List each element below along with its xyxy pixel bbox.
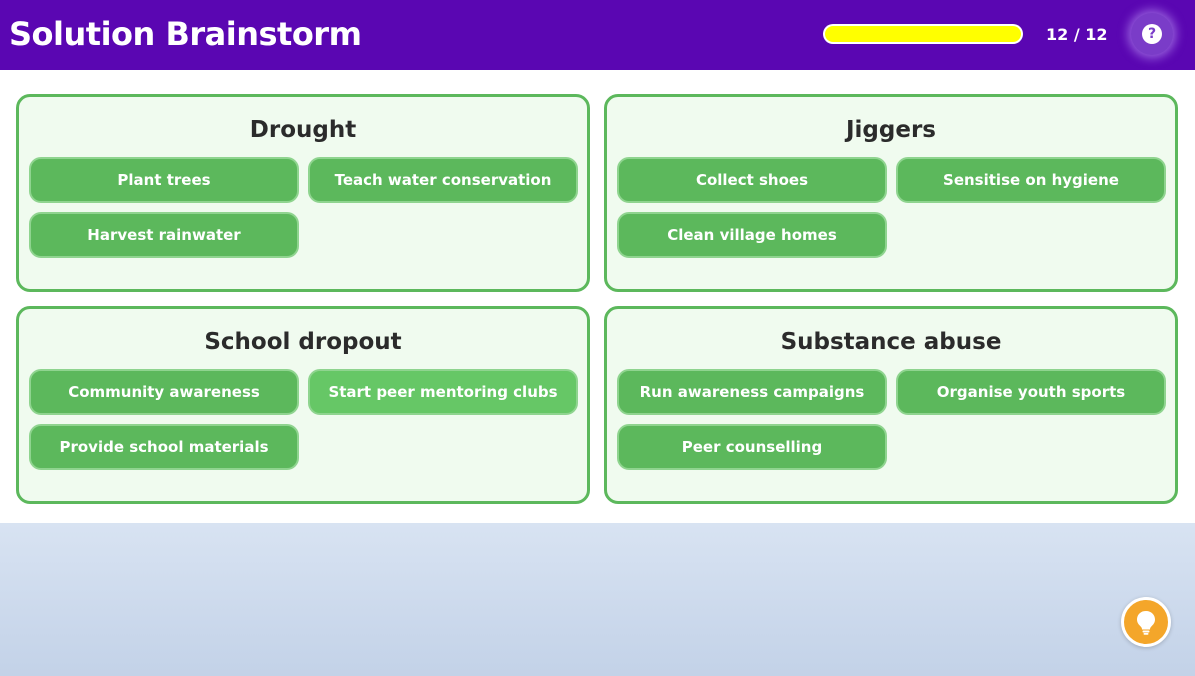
solution-chip[interactable]: Run awareness campaigns: [617, 369, 887, 415]
progress-fill: [825, 26, 1021, 42]
solution-chip[interactable]: Peer counselling: [617, 424, 887, 470]
solution-chip[interactable]: Start peer mentoring clubs: [308, 369, 578, 415]
top-bar: Solution Brainstorm 12 / 12 ?: [0, 0, 1195, 70]
category-title: School dropout: [204, 329, 402, 355]
solution-chip[interactable]: Community awareness: [29, 369, 299, 415]
help-icon: ?: [1142, 24, 1162, 44]
help-button[interactable]: ?: [1131, 13, 1173, 55]
solution-chip[interactable]: Provide school materials: [29, 424, 299, 470]
page-title: Solution Brainstorm: [9, 15, 362, 53]
solution-chip[interactable]: Clean village homes: [617, 212, 887, 258]
solution-chip[interactable]: Sensitise on hygiene: [896, 157, 1166, 203]
category-board: Drought Plant trees Teach water conserva…: [0, 70, 1195, 523]
category-panel-drought: Drought Plant trees Teach water conserva…: [16, 94, 590, 292]
answer-tray: [0, 523, 1195, 676]
solution-chip[interactable]: Collect shoes: [617, 157, 887, 203]
category-panel-substance-abuse: Substance abuse Run awareness campaigns …: [604, 306, 1178, 504]
category-title: Substance abuse: [780, 329, 1002, 355]
category-panel-school-dropout: School dropout Community awareness Start…: [16, 306, 590, 504]
solution-chip[interactable]: Organise youth sports: [896, 369, 1166, 415]
lightbulb-icon: [1137, 611, 1155, 635]
progress-bar: [823, 24, 1023, 44]
category-panel-jiggers: Jiggers Collect shoes Sensitise on hygie…: [604, 94, 1178, 292]
category-title: Jiggers: [845, 117, 936, 143]
solution-chip[interactable]: Plant trees: [29, 157, 299, 203]
solution-chip[interactable]: Harvest rainwater: [29, 212, 299, 258]
hint-button[interactable]: [1121, 597, 1171, 647]
progress-counter: 12 / 12: [1046, 25, 1108, 44]
category-title: Drought: [249, 117, 357, 143]
solution-chip[interactable]: Teach water conservation: [308, 157, 578, 203]
